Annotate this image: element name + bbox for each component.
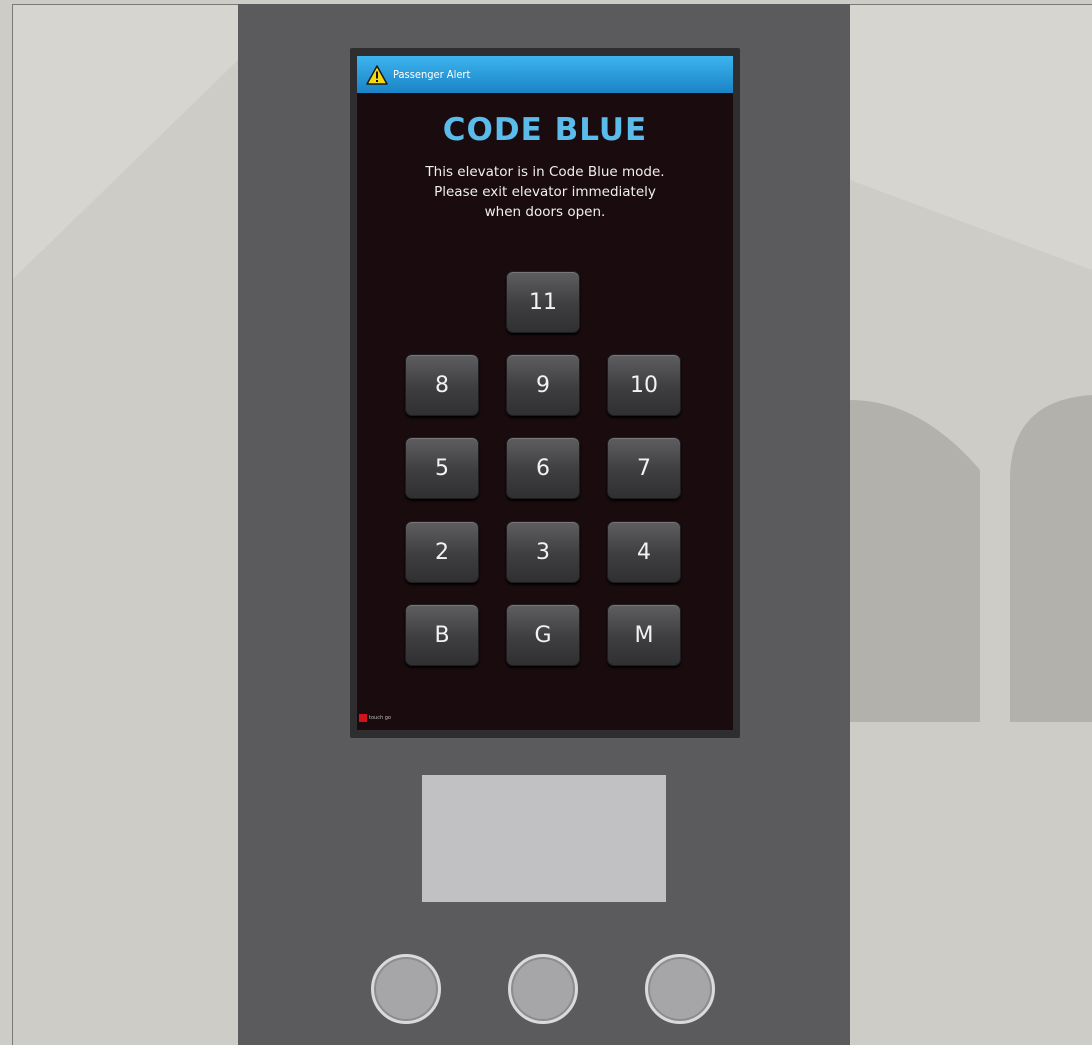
code-blue-title: CODE BLUE xyxy=(442,112,648,148)
brand-text: touch go xyxy=(369,715,391,721)
warning-icon xyxy=(366,64,388,85)
brand-logo: touch go xyxy=(359,714,391,722)
message-line: This elevator is in Code Blue mode. xyxy=(425,164,665,180)
round-button-right[interactable] xyxy=(645,954,715,1024)
floor-key[interactable]: M xyxy=(607,604,681,666)
floor-key[interactable]: 8 xyxy=(405,354,479,416)
passenger-alert-bar: Passenger Alert xyxy=(357,56,733,93)
floor-key[interactable]: G xyxy=(506,604,580,666)
message-line: when doors open. xyxy=(484,204,606,220)
code-blue-message: This elevator is in Code Blue mode. Plea… xyxy=(357,162,733,222)
floor-key[interactable]: 9 xyxy=(506,354,580,416)
floor-key[interactable]: 5 xyxy=(405,437,479,499)
floor-key[interactable]: 11 xyxy=(506,271,580,333)
round-button-left[interactable] xyxy=(371,954,441,1024)
round-button-center[interactable] xyxy=(508,954,578,1024)
touch-screen: Passenger Alert CODE BLUE This elevator … xyxy=(357,56,733,730)
floor-key[interactable]: 6 xyxy=(506,437,580,499)
floor-key[interactable]: B xyxy=(405,604,479,666)
floor-key[interactable]: 7 xyxy=(607,437,681,499)
floor-key[interactable]: 3 xyxy=(506,521,580,583)
card-reader-panel xyxy=(422,775,666,902)
floor-key[interactable]: 2 xyxy=(405,521,479,583)
floor-key[interactable]: 4 xyxy=(607,521,681,583)
floor-key[interactable]: 10 xyxy=(607,354,681,416)
brand-logo-mark xyxy=(359,714,367,722)
message-line: Please exit elevator immediately xyxy=(434,184,656,200)
alert-label: Passenger Alert xyxy=(393,68,471,81)
